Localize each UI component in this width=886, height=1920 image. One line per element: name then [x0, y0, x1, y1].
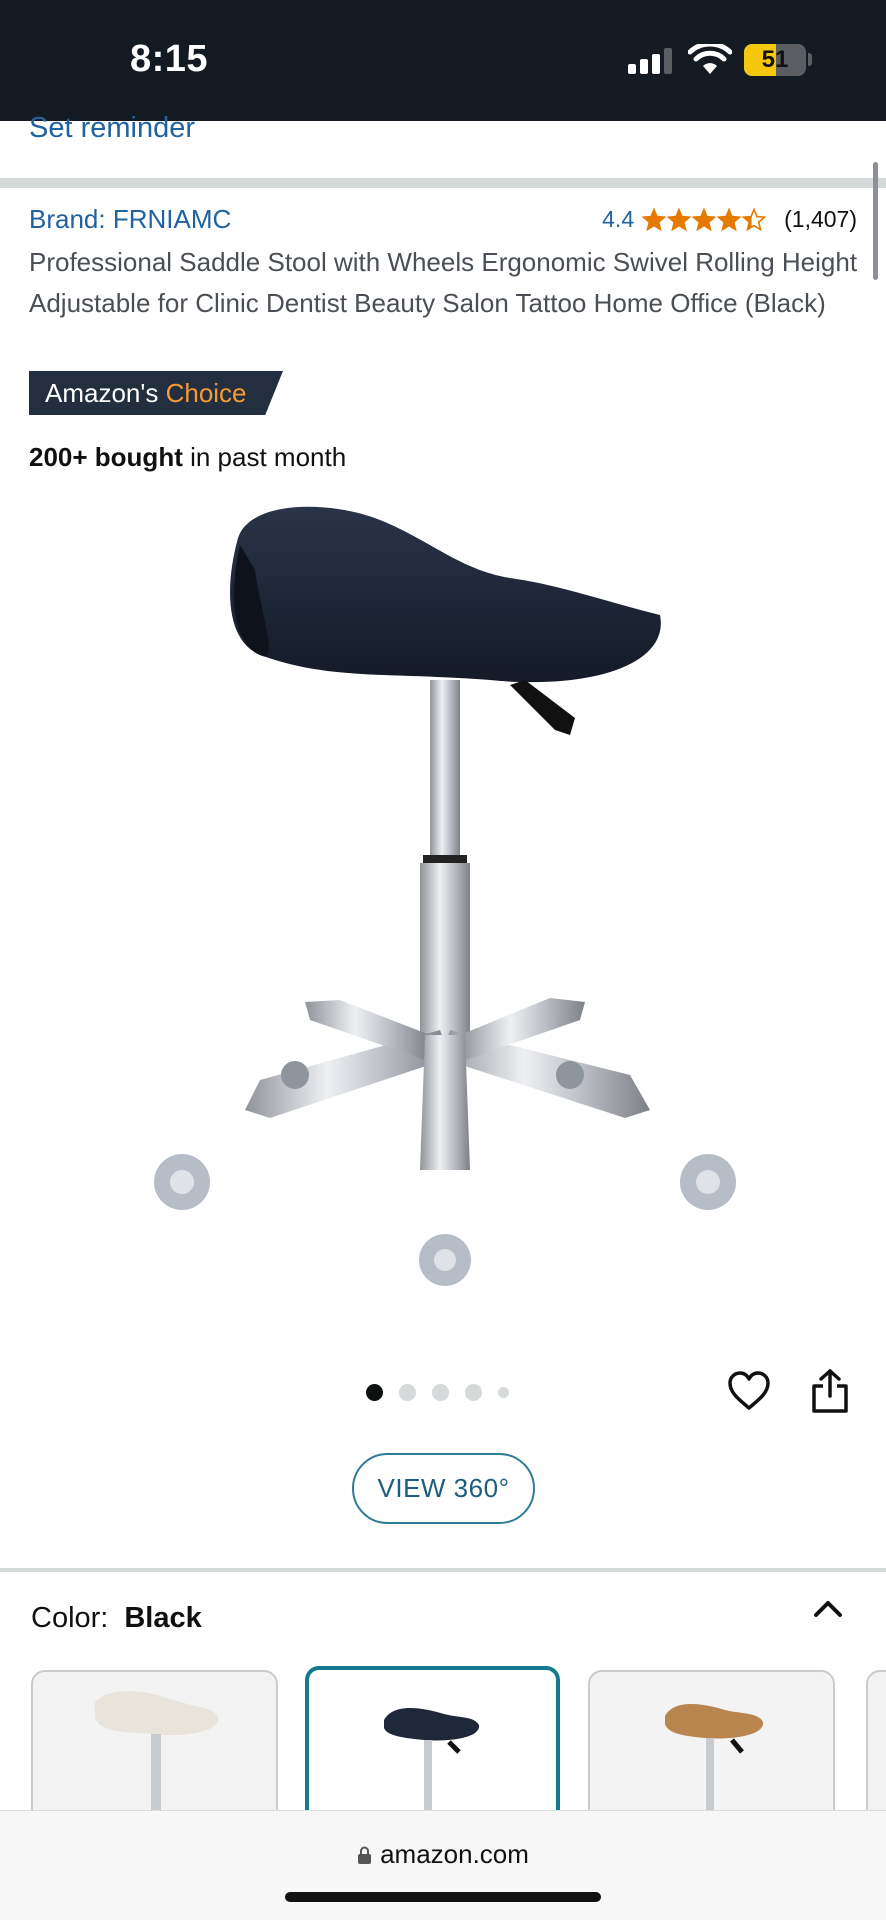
bought-rest: in past month [182, 442, 347, 472]
product-image[interactable] [130, 490, 750, 1320]
browser-address-bar[interactable]: amazon.com [0, 1810, 886, 1920]
bought-bold: 200+ bought [29, 442, 183, 472]
status-time: 8:15 [130, 38, 209, 80]
color-swatch-white[interactable] [31, 1670, 278, 1830]
wifi-icon [688, 44, 732, 74]
color-swatch-more[interactable] [866, 1670, 886, 1830]
product-title: Professional Saddle Stool with Wheels Er… [29, 247, 858, 318]
cellular-signal-icon [628, 48, 672, 74]
battery-level: 51 [761, 46, 789, 73]
rating-summary[interactable]: 4.4 (1,407) [602, 206, 857, 233]
view-360-button[interactable]: VIEW 360° [352, 1453, 535, 1524]
section-divider [0, 178, 886, 188]
carousel-dot[interactable] [399, 1384, 416, 1401]
star-full-icon [692, 207, 717, 232]
image-carousel-indicator[interactable] [366, 1384, 509, 1401]
heart-icon[interactable] [727, 1370, 771, 1412]
carousel-dot[interactable] [465, 1384, 482, 1401]
url-text: amazon.com [380, 1839, 529, 1869]
scrollbar[interactable] [873, 162, 878, 280]
star-full-icon [667, 207, 692, 232]
color-swatch-black[interactable] [305, 1666, 560, 1830]
status-bar: 8:15 51 [0, 0, 886, 121]
home-indicator[interactable] [285, 1892, 601, 1902]
rating-count: (1,407) [784, 206, 857, 232]
bought-count: 200+ bought in past month [29, 442, 346, 473]
star-half-icon [742, 207, 767, 232]
badge-accent: Choice [165, 378, 247, 408]
carousel-dot[interactable] [366, 1384, 383, 1401]
share-icon[interactable] [810, 1368, 850, 1414]
star-full-icon [642, 207, 667, 232]
amazons-choice-badge: Amazon's Choice [29, 371, 283, 415]
brand-link[interactable]: Brand: FRNIAMC [29, 204, 231, 235]
badge-prefix: Amazon's [45, 378, 159, 408]
battery-icon: 51 [744, 44, 806, 76]
star-rating [642, 207, 767, 232]
star-full-icon [717, 207, 742, 232]
section-divider [0, 1568, 886, 1572]
carousel-dot[interactable] [498, 1387, 509, 1398]
chevron-up-icon[interactable] [812, 1596, 844, 1620]
color-label: Color: [31, 1602, 109, 1634]
color-swatch-brown[interactable] [588, 1670, 835, 1830]
rating-value: 4.4 [602, 206, 635, 232]
color-value: Black [124, 1602, 202, 1634]
carousel-dot[interactable] [432, 1384, 449, 1401]
url-display[interactable]: amazon.com [0, 1839, 886, 1870]
set-reminder-link[interactable]: Set reminder [29, 112, 195, 145]
color-selector-header[interactable]: Color: Black [31, 1602, 202, 1635]
lock-icon [358, 1846, 372, 1864]
